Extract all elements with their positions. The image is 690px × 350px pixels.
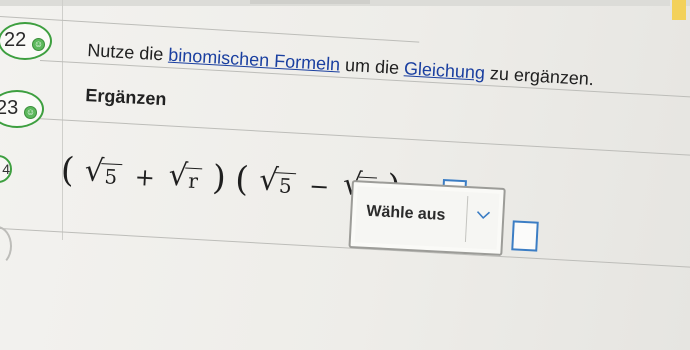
binomial-formulas-link[interactable]: binomischen Formeln xyxy=(168,45,341,75)
choose-dropdown[interactable]: Wähle aus xyxy=(348,180,506,256)
sqrt-r-term: r xyxy=(168,160,203,197)
partial-arc xyxy=(0,226,12,266)
worksheet-page: 22 ☺ 23 ☺ 4 Nutze die binomischen Formel… xyxy=(0,0,690,350)
top-bar xyxy=(250,0,370,4)
open-paren-1: ( xyxy=(59,150,76,191)
smiley-icon: ☺ xyxy=(24,106,37,119)
smiley-icon: ☺ xyxy=(32,38,45,51)
chevron-down-icon[interactable] xyxy=(476,207,491,226)
sqrt-5-term: 5 xyxy=(84,155,123,192)
answer-input-box-2[interactable] xyxy=(511,220,539,252)
dropdown-divider xyxy=(464,196,469,243)
sqrt-5-term-2: 5 xyxy=(258,164,297,201)
exercise-4-badge[interactable]: 4 xyxy=(0,155,12,183)
instruction-text: Nutze die binomischen Formeln um die Gle… xyxy=(87,40,595,90)
plus-operator: + xyxy=(134,162,156,192)
divider-line-4 xyxy=(0,228,690,269)
instruction-middle: um die xyxy=(339,54,405,79)
radicand-5-2: 5 xyxy=(274,172,297,199)
exercise-22-badge[interactable]: 22 ☺ xyxy=(0,22,52,60)
exercise-title: Ergänzen xyxy=(84,85,167,110)
close-paren-1: ) xyxy=(211,157,227,199)
corner-tab xyxy=(670,0,686,20)
exercise-23-number: 23 xyxy=(0,97,19,119)
instruction-prefix: Nutze die xyxy=(86,40,169,65)
exercise-23-badge[interactable]: 23 ☺ xyxy=(0,90,44,128)
exercise-22-number: 22 xyxy=(4,29,27,51)
dropdown-selected-label: Wähle aus xyxy=(365,202,446,224)
open-paren-2: ( xyxy=(234,159,250,200)
top-strip xyxy=(0,0,690,6)
equation-link[interactable]: Gleichung xyxy=(403,58,485,83)
minus-operator: − xyxy=(308,172,331,202)
divider-line-3 xyxy=(0,116,690,157)
radicand-r: r xyxy=(183,167,203,194)
exercise-4-number: 4 xyxy=(2,161,10,177)
radicand-5: 5 xyxy=(99,163,122,190)
